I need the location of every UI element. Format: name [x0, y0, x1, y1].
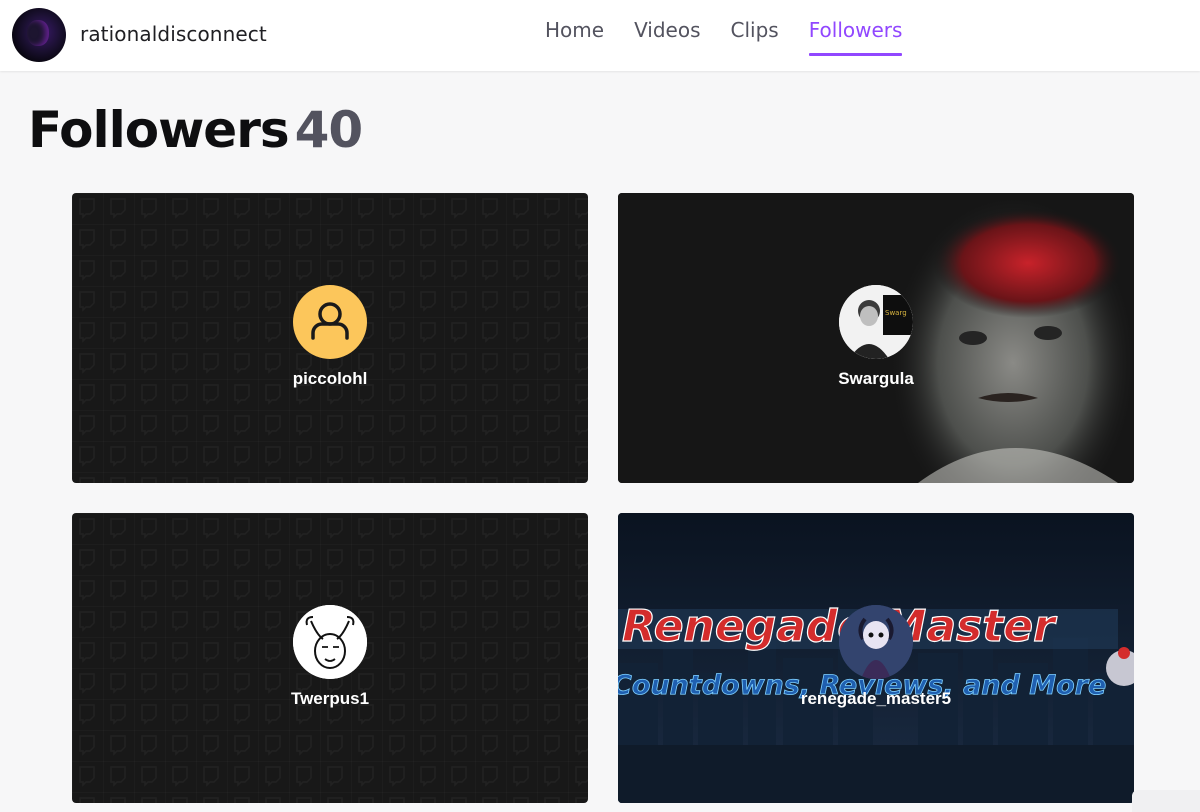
tab-clips[interactable]: Clips	[716, 16, 794, 56]
tab-home[interactable]: Home	[530, 16, 619, 56]
tab-followers[interactable]: Followers	[794, 16, 918, 56]
follower-avatar[interactable]	[293, 285, 367, 359]
page-title-text: Followers	[28, 101, 290, 159]
channel-name[interactable]: rationaldisconnect	[80, 22, 267, 46]
follower-card-renegade-master5[interactable]: Renegade Master Countdowns, Reviews, and…	[618, 513, 1134, 803]
follower-name[interactable]: renegade_master5	[618, 689, 1134, 709]
channel-avatar[interactable]	[12, 8, 66, 62]
page-title: Followers 40	[28, 101, 364, 159]
default-user-icon	[311, 302, 349, 340]
follower-name[interactable]: Swargula	[618, 369, 1134, 389]
top-navigation-bar: rationaldisconnect Home Videos Clips Fol…	[0, 0, 1200, 71]
follower-name[interactable]: piccolohl	[72, 369, 588, 389]
follower-avatar[interactable]: Swarg	[839, 285, 913, 359]
follower-card-swargula[interactable]: Swarg Swargula	[618, 193, 1134, 483]
swargula-avatar-photo: Swarg	[839, 285, 913, 359]
follower-card-twerpus1[interactable]: Twerpus1	[72, 513, 588, 803]
follower-card-piccolohl[interactable]: piccolohl	[72, 193, 588, 483]
follower-count: 40	[294, 101, 364, 159]
renegade-avatar-character	[839, 605, 913, 679]
tab-videos[interactable]: Videos	[619, 16, 715, 56]
follower-name[interactable]: Twerpus1	[72, 689, 588, 709]
svg-text:Swarg: Swarg	[885, 309, 907, 317]
channel-avatar-face	[27, 20, 49, 46]
twerpus-avatar-drawing	[293, 605, 367, 679]
channel-tabs: Home Videos Clips Followers	[530, 16, 917, 56]
follower-avatar[interactable]	[293, 605, 367, 679]
page-corner	[1132, 790, 1200, 812]
follower-avatar[interactable]	[839, 605, 913, 679]
